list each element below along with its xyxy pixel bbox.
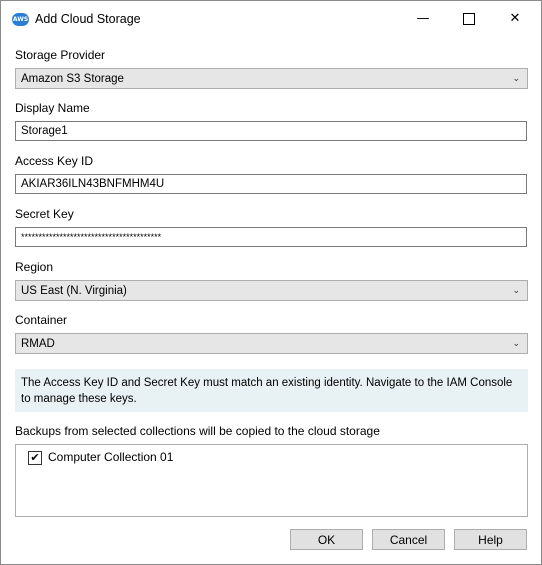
checkbox[interactable]: ✔: [28, 451, 42, 465]
container-label: Container: [15, 313, 68, 327]
minimize-icon: —: [416, 11, 430, 26]
chevron-down-icon: ⌄: [512, 286, 520, 296]
collections-label: Backups from selected collections will b…: [15, 424, 380, 438]
chevron-down-icon: ⌄: [512, 339, 520, 349]
container-value: RMAD: [21, 338, 55, 350]
close-button[interactable]: ✕: [492, 1, 538, 37]
cancel-button[interactable]: Cancel: [372, 529, 445, 550]
access-key-id-input[interactable]: AKIAR36ILN43BNFMHM4U: [15, 174, 527, 194]
minimize-button[interactable]: —: [400, 1, 446, 37]
chevron-down-icon: ⌄: [512, 74, 520, 84]
info-message: The Access Key ID and Secret Key must ma…: [15, 369, 528, 412]
container-select[interactable]: RMAD ⌄: [15, 333, 528, 354]
storage-provider-select[interactable]: Amazon S3 Storage ⌄: [15, 68, 528, 89]
region-select[interactable]: US East (N. Virginia) ⌄: [15, 280, 528, 301]
storage-provider-label: Storage Provider: [15, 48, 106, 62]
title-bar: AWS Add Cloud Storage — ✕: [1, 1, 541, 37]
window-title: Add Cloud Storage: [35, 12, 141, 26]
collection-label: Computer Collection 01: [48, 450, 174, 464]
display-name-input[interactable]: Storage1: [15, 121, 527, 141]
secret-key-input[interactable]: ****************************************: [15, 227, 527, 247]
region-value: US East (N. Virginia): [21, 285, 127, 297]
close-icon: ✕: [509, 11, 521, 26]
aws-cloud-icon: AWS: [12, 13, 29, 26]
storage-provider-value: Amazon S3 Storage: [21, 73, 124, 85]
collections-list: ✔ Computer Collection 01: [15, 444, 528, 517]
ok-button[interactable]: OK: [290, 529, 363, 550]
region-label: Region: [15, 260, 54, 274]
display-name-label: Display Name: [15, 101, 90, 115]
maximize-icon: [463, 12, 475, 25]
help-button[interactable]: Help: [454, 529, 527, 550]
maximize-button[interactable]: [446, 1, 492, 37]
access-key-id-label: Access Key ID: [15, 154, 94, 168]
secret-key-label: Secret Key: [15, 207, 74, 221]
add-cloud-storage-dialog: AWS Add Cloud Storage — ✕ Storage Provid…: [0, 0, 542, 565]
